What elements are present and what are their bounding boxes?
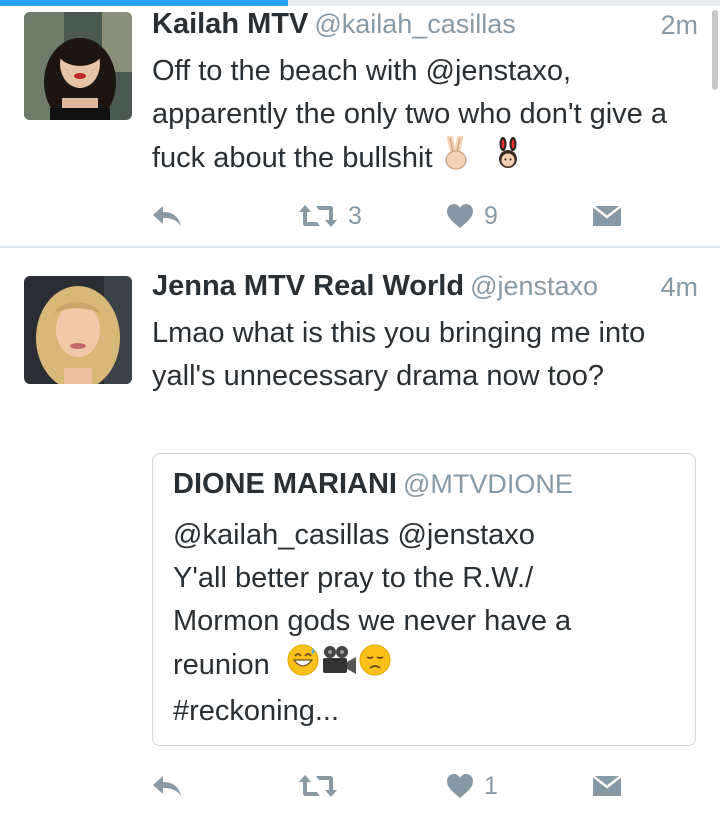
quoted-text-fragment: reunion xyxy=(173,649,270,682)
direct-message-button[interactable] xyxy=(592,196,622,236)
tweet-item[interactable]: Kailah MTV @kailah_casillas 2m Off to the… xyxy=(0,0,720,248)
tweet-text: Off to the beach with @jenstaxo, apparen… xyxy=(152,50,712,183)
like-count: 9 xyxy=(484,201,498,230)
tweet-header: Kailah MTV @kailah_casillas 2m xyxy=(152,8,698,48)
quoted-user-handle: @MTVDIONE xyxy=(402,469,573,499)
tweet-item[interactable]: Jenna MTV Real World @jenstaxo 4m Lmao wh… xyxy=(0,250,720,816)
quoted-text-line: @kailah_casillas @jenstaxo xyxy=(173,519,535,551)
tweet-header: Jenna MTV Real World @jenstaxo 4m xyxy=(152,270,698,310)
direct-message-button[interactable] xyxy=(592,766,622,806)
reply-button[interactable] xyxy=(150,766,184,806)
quoted-text-line: Y'all better pray to the R.W./ xyxy=(173,562,534,594)
reply-icon xyxy=(150,203,184,229)
user-handle[interactable]: @kailah_casillas xyxy=(314,9,516,39)
quoted-tweet-text: @kailah_casillas @jenstaxo Y'all better … xyxy=(173,514,673,733)
bunny-girl-emoji xyxy=(493,136,523,183)
tweet-text-content: Off to the beach with @jenstaxo, apparen… xyxy=(152,55,667,175)
direct-message-icon xyxy=(592,774,622,798)
direct-message-icon xyxy=(592,204,622,228)
quoted-text-line: Mormon gods we never have a xyxy=(173,605,572,637)
like-button[interactable]: 1 xyxy=(446,766,498,806)
user-handle[interactable]: @jenstaxo xyxy=(470,271,598,301)
retweet-icon xyxy=(298,773,338,799)
tweet-actions: 3 9 xyxy=(0,196,720,236)
quoted-text-line: #reckoning... xyxy=(173,695,340,727)
tweet-text: Lmao what is this you bringing me into y… xyxy=(152,317,646,392)
quoted-tweet-header: DIONE MARIANI @MTVDIONE xyxy=(173,468,573,501)
grinning-sweat-emoji xyxy=(286,643,320,690)
timestamp[interactable]: 4m xyxy=(660,272,698,303)
scrollbar[interactable] xyxy=(712,10,718,90)
victory-hand-emoji xyxy=(441,135,471,183)
movie-camera-emoji xyxy=(320,643,358,690)
like-button[interactable]: 9 xyxy=(446,196,498,236)
reply-icon xyxy=(150,773,184,799)
quoted-tweet[interactable]: DIONE MARIANI @MTVDIONE @kailah_casillas … xyxy=(152,453,696,746)
retweet-button[interactable]: 3 xyxy=(298,196,362,236)
tweet-actions: 1 xyxy=(0,766,720,806)
quoted-text-line: reunion xyxy=(173,643,673,690)
retweet-count: 3 xyxy=(348,201,362,230)
timestamp[interactable]: 2m xyxy=(660,10,698,41)
display-name[interactable]: Kailah MTV xyxy=(152,8,308,40)
retweet-button[interactable] xyxy=(298,766,348,806)
display-name[interactable]: Jenna MTV Real World xyxy=(152,270,464,302)
like-icon xyxy=(446,203,474,229)
quoted-display-name: DIONE MARIANI xyxy=(173,468,397,500)
disappointed-face-emoji xyxy=(358,643,392,690)
avatar[interactable] xyxy=(24,12,132,120)
reply-button[interactable] xyxy=(150,196,184,236)
like-icon xyxy=(446,773,474,799)
avatar[interactable] xyxy=(24,276,132,384)
retweet-icon xyxy=(298,203,338,229)
like-count: 1 xyxy=(484,771,498,800)
